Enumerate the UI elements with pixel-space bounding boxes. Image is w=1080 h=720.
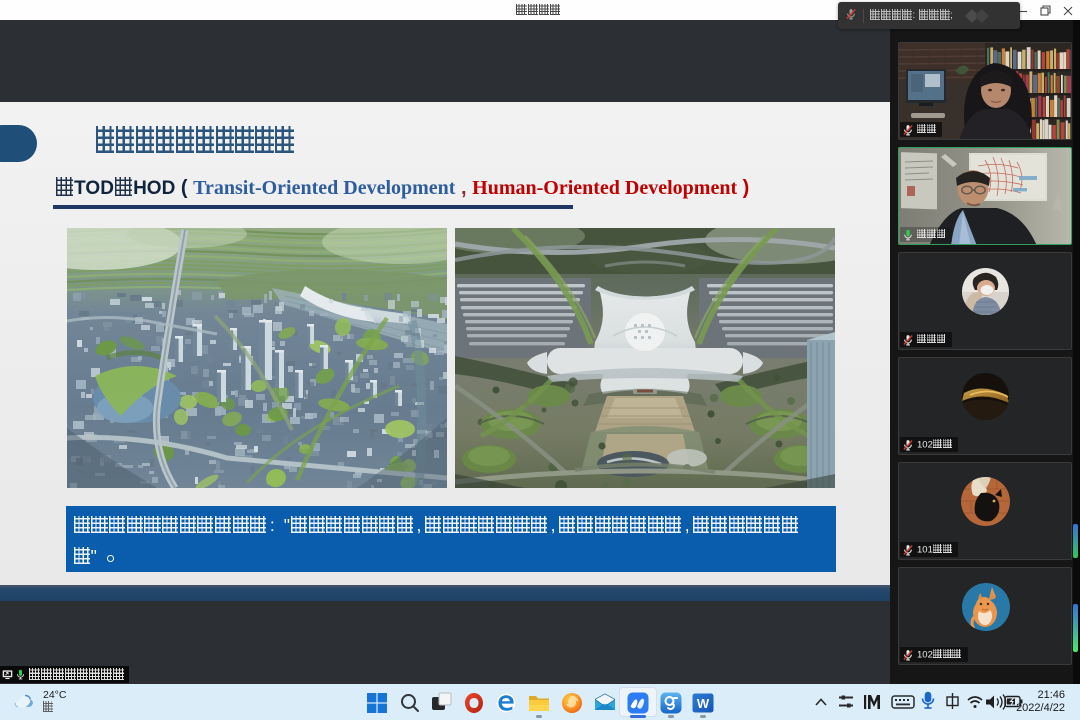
svg-text:W: W: [697, 696, 710, 711]
